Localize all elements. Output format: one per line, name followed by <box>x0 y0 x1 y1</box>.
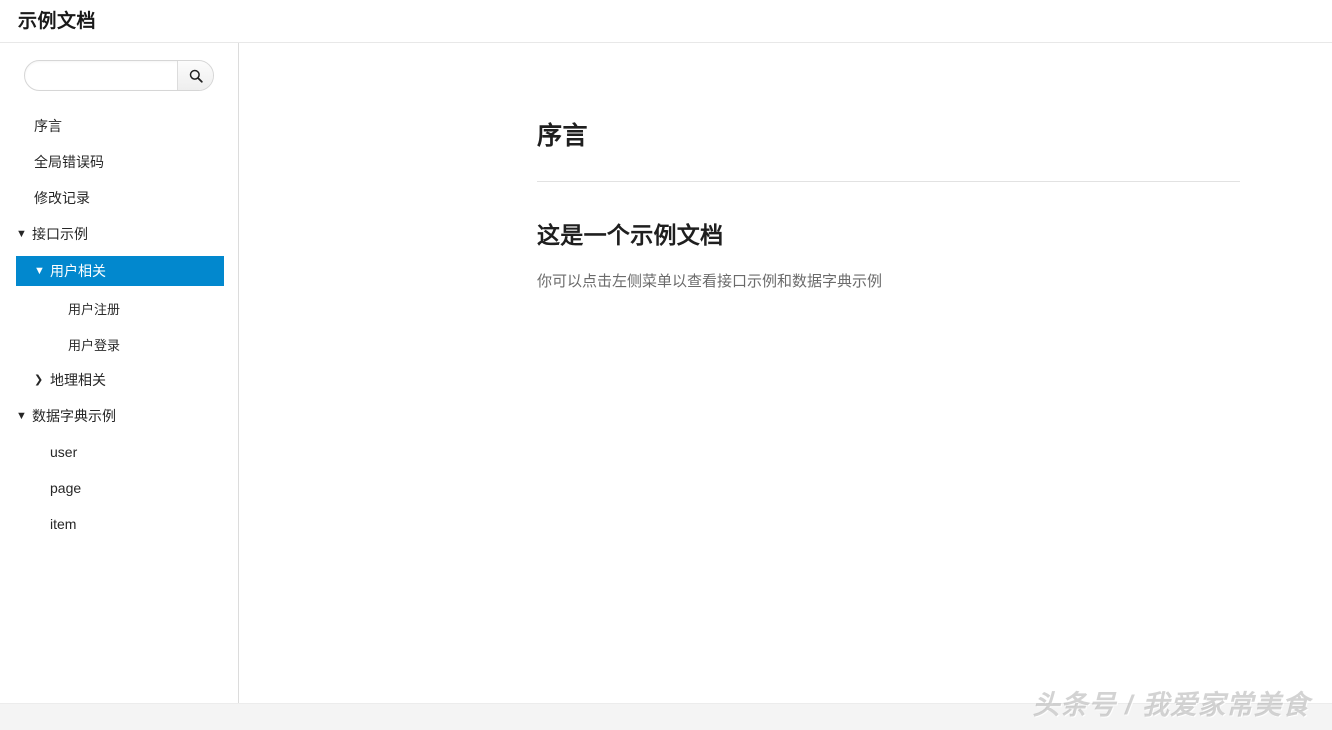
sidebar-nav: 序言 全局错误码 修改记录 ▼ 接口示例 ▼ 用户相关 用户注册 用户登录 ❯ … <box>0 112 238 538</box>
sidebar-item-preface[interactable]: 序言 <box>0 112 238 140</box>
sidebar-item-label: 修改记录 <box>34 190 90 206</box>
sidebar-item-label: 用户登录 <box>68 337 121 353</box>
site-header: 示例文档 <box>0 0 1332 43</box>
sidebar-item-geo-related[interactable]: ❯ 地理相关 <box>0 366 238 394</box>
sidebar-item-label: user <box>50 444 78 460</box>
sidebar-item-label: 用户注册 <box>68 301 121 317</box>
chevron-down-icon[interactable]: ▼ <box>16 410 29 422</box>
chevron-down-icon[interactable]: ▼ <box>16 228 29 240</box>
main-content: 序言 这是一个示例文档 你可以点击左侧菜单以查看接口示例和数据字典示例 <box>239 43 1332 703</box>
sidebar-item-label: item <box>50 516 77 532</box>
sidebar-item-label: 接口示例 <box>32 226 88 242</box>
sidebar-item-api-examples[interactable]: ▼ 接口示例 <box>0 220 238 248</box>
search-icon <box>189 69 203 83</box>
sidebar-item-user-register[interactable]: 用户注册 <box>0 294 238 322</box>
sidebar-item-label: page <box>50 480 82 496</box>
title-divider <box>537 181 1240 182</box>
section-title: 这是一个示例文档 <box>537 222 724 248</box>
doc-title: 序言 <box>537 122 589 150</box>
search-box[interactable] <box>24 60 214 91</box>
sidebar-item-label: 地理相关 <box>50 372 106 388</box>
sidebar-item-label: 全局错误码 <box>34 154 104 170</box>
sidebar-item-label: 序言 <box>34 118 62 134</box>
sidebar-item-user-related[interactable]: ▼ 用户相关 <box>16 256 224 286</box>
search-button[interactable] <box>177 61 213 90</box>
sidebar-item-user-login[interactable]: 用户登录 <box>0 330 238 358</box>
sidebar: 序言 全局错误码 修改记录 ▼ 接口示例 ▼ 用户相关 用户注册 用户登录 ❯ … <box>0 43 239 703</box>
page-title: 示例文档 <box>18 10 97 32</box>
content-inner: 序言 这是一个示例文档 你可以点击左侧菜单以查看接口示例和数据字典示例 <box>239 43 1332 293</box>
search-input[interactable] <box>25 61 177 90</box>
sidebar-item-user[interactable]: user <box>0 438 238 466</box>
sidebar-item-page[interactable]: page <box>0 474 238 502</box>
chevron-down-icon[interactable]: ▼ <box>34 265 47 277</box>
sidebar-item-item[interactable]: item <box>0 510 238 538</box>
section-paragraph: 你可以点击左侧菜单以查看接口示例和数据字典示例 <box>537 272 883 290</box>
sidebar-item-global-error-codes[interactable]: 全局错误码 <box>0 148 238 176</box>
chevron-right-icon[interactable]: ❯ <box>34 374 47 386</box>
sidebar-item-change-log[interactable]: 修改记录 <box>0 184 238 212</box>
sidebar-item-label: 数据字典示例 <box>32 408 116 424</box>
site-footer <box>0 703 1332 730</box>
page-body: 序言 全局错误码 修改记录 ▼ 接口示例 ▼ 用户相关 用户注册 用户登录 ❯ … <box>0 43 1332 703</box>
sidebar-item-label: 用户相关 <box>50 263 106 279</box>
sidebar-item-data-dictionary-examples[interactable]: ▼ 数据字典示例 <box>0 402 238 430</box>
